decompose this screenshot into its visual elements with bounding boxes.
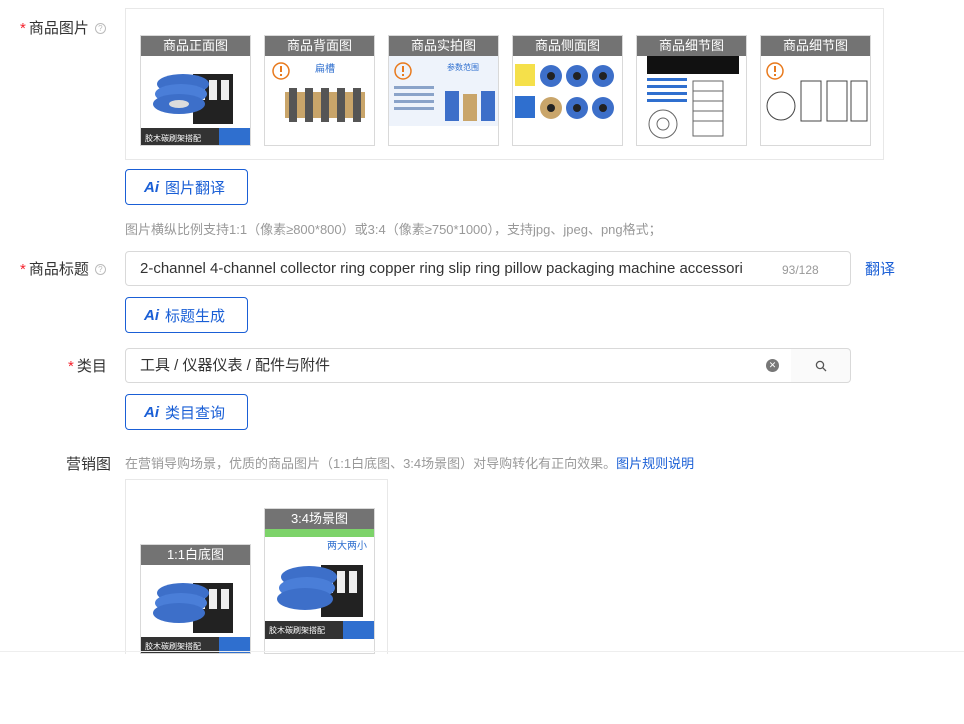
- product-title-input[interactable]: 2-channel 4-channel collector ring coppe…: [125, 251, 851, 286]
- thumb-caption: 3:4场景图: [265, 509, 374, 529]
- product-title-label-text: 商品标题: [28, 261, 89, 278]
- title-generate-label: 标题生成: [165, 307, 226, 325]
- category-query-button[interactable]: Ai 类目查询: [125, 394, 248, 430]
- required-mark: *: [68, 358, 74, 375]
- marketing-hint: 在营销导购场景，优质的商品图片（1:1白底图、3:4场景图）对导购转化有正向效果…: [125, 453, 694, 472]
- category-value: 工具 / 仪器仪表 / 配件与附件: [140, 357, 331, 374]
- marketing-hint-text: 在营销导购场景，优质的商品图片（1:1白底图、3:4场景图）对导购转化有正向效果…: [125, 456, 617, 471]
- marketing-label: 营销图: [66, 456, 112, 473]
- category-input[interactable]: 工具 / 仪器仪表 / 配件与附件: [125, 348, 792, 383]
- thumb-caption: 商品细节图: [761, 36, 870, 56]
- thumb-caption: 商品侧面图: [513, 36, 622, 56]
- thumb-scene[interactable]: 两大两小 胶木碳刷架搭配 3:4场景图: [264, 508, 375, 654]
- thumb-caption: 商品背面图: [265, 36, 374, 56]
- slip-ring-scene-image: 两大两小 胶木碳刷架搭配: [265, 509, 374, 653]
- svg-text:胶木碳刷架搭配: 胶木碳刷架搭配: [145, 641, 201, 651]
- image-translate-label: 图片翻译: [165, 179, 226, 197]
- category-search-button[interactable]: [791, 348, 851, 383]
- title-generate-button[interactable]: Ai 标题生成: [125, 297, 248, 333]
- image-translate-button[interactable]: Ai 图片翻译: [125, 169, 248, 205]
- required-mark: *: [20, 261, 26, 278]
- thumb-caption: 商品正面图: [141, 36, 250, 56]
- marketing-images-panel: 胶木碳刷架搭配 1:1白底图 两大两小 胶木碳刷架搭配 3:4场景图: [125, 479, 388, 654]
- category-label-text: 类目: [76, 358, 107, 375]
- thumb-badge: 扁槽: [315, 64, 335, 75]
- search-icon: [815, 360, 826, 371]
- help-icon[interactable]: ?: [94, 23, 106, 34]
- page-divider: [0, 651, 964, 652]
- image-rules-link[interactable]: 图片规则说明: [616, 456, 694, 471]
- thumb-white-bg[interactable]: 胶木碳刷架搭配 1:1白底图: [140, 544, 251, 654]
- product-title-label: * 商品标题?: [20, 258, 106, 279]
- category-label: * 类目: [68, 355, 107, 376]
- svg-text:两大两小: 两大两小: [327, 539, 367, 552]
- thumb-detail-1[interactable]: 商品细节图: [636, 35, 747, 146]
- svg-text:胶木碳刷架搭配: 胶木碳刷架搭配: [269, 625, 325, 635]
- thumb-badge: 参数范围: [447, 63, 479, 72]
- title-char-counter: 93/128: [782, 263, 819, 277]
- product-images-label-text: 商品图片: [28, 20, 89, 37]
- product-title-value: 2-channel 4-channel collector ring coppe…: [140, 260, 743, 277]
- thumb-caption: 商品细节图: [637, 36, 746, 56]
- ai-icon: Ai: [144, 306, 159, 324]
- category-query-label: 类目查询: [165, 404, 226, 422]
- product-images-panel: 胶木碳刷架搭配 商品正面图 商品背面图 扁槽 商品实拍图 参数范围 商品侧面图 …: [125, 8, 884, 160]
- thumb-detail-2[interactable]: 商品细节图: [760, 35, 871, 146]
- required-mark: *: [20, 20, 26, 37]
- help-icon[interactable]: ?: [94, 264, 106, 275]
- thumb-caption: 商品实拍图: [389, 36, 498, 56]
- thumb-caption: 1:1白底图: [141, 545, 250, 565]
- clear-icon[interactable]: ✕: [766, 359, 779, 372]
- translate-link[interactable]: 翻译: [865, 258, 895, 279]
- product-images-label: * 商品图片?: [20, 17, 106, 38]
- thumb-side[interactable]: 商品侧面图: [512, 35, 623, 146]
- thumb-front[interactable]: 胶木碳刷架搭配 商品正面图: [140, 35, 251, 146]
- thumb-back[interactable]: 商品背面图 扁槽: [264, 35, 375, 146]
- svg-text:胶木碳刷架搭配: 胶木碳刷架搭配: [145, 133, 201, 143]
- image-format-hint: 图片横纵比例支持1:1（像素≥800*800）或3:4（像素≥750*1000）…: [125, 222, 662, 237]
- ai-icon: Ai: [144, 178, 159, 196]
- ai-icon: Ai: [144, 403, 159, 421]
- thumb-real[interactable]: 商品实拍图 参数范围: [388, 35, 499, 146]
